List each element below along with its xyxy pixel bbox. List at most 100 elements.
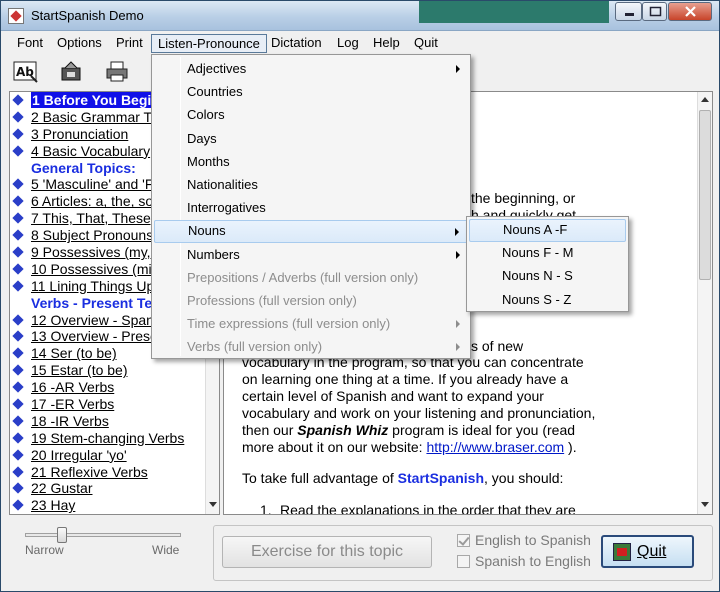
- submenu-arrow-icon: [456, 250, 460, 259]
- listen-menu-item[interactable]: Colors: [154, 104, 468, 127]
- nouns-submenu-item[interactable]: Nouns F - M: [469, 242, 626, 265]
- content-scrollbar[interactable]: [697, 92, 712, 514]
- listen-menu-item: Professions (full version only): [154, 290, 468, 313]
- listen-menu-item: Time expressions (full version only): [154, 313, 468, 336]
- diamond-bullet-icon: [12, 297, 23, 308]
- diamond-bullet-icon: [12, 128, 24, 140]
- scroll-up-icon[interactable]: [701, 97, 709, 102]
- topic-label: 23 Hay: [31, 497, 76, 514]
- exit-door-icon: [613, 543, 631, 561]
- menu-item-label: Adjectives: [187, 61, 247, 76]
- english-to-spanish-label: English to Spanish: [475, 532, 591, 548]
- close-button[interactable]: [668, 2, 712, 21]
- website-link[interactable]: http://www.braser.com: [426, 439, 564, 455]
- paragraph-line: more about it on our website: http://www…: [242, 439, 577, 456]
- diamond-bullet-icon: [12, 94, 24, 106]
- topic-list-item[interactable]: 15 Estar (to be): [10, 362, 206, 379]
- close-icon: [685, 6, 696, 17]
- printer-icon: [106, 61, 128, 82]
- tools-icon: [61, 61, 81, 81]
- submenu-arrow-icon: [456, 65, 460, 73]
- text-span: To take full advantage of: [242, 470, 398, 486]
- listen-menu-item[interactable]: Months: [154, 151, 468, 174]
- topic-list-item[interactable]: 22 Gustar: [10, 480, 206, 497]
- slider-min-label: Narrow: [25, 543, 64, 557]
- app-window: StartSpanish Demo Font Options Print Lis…: [0, 0, 720, 592]
- listen-menu-item[interactable]: Interrogatives: [154, 197, 468, 220]
- options-tool-button[interactable]: [59, 60, 85, 84]
- text-span: ).: [564, 439, 577, 455]
- diamond-bullet-icon: [12, 482, 24, 495]
- text-span: , you should:: [484, 470, 564, 486]
- window-title: StartSpanish Demo: [31, 8, 144, 23]
- menu-item-label: Time expressions (full version only): [187, 316, 391, 332]
- menu-item-label: Colors: [187, 107, 225, 123]
- menu-help[interactable]: Help: [367, 34, 406, 53]
- topic-list-item[interactable]: 20 Irregular 'yo': [10, 447, 206, 464]
- text-span: more about it on our website:: [242, 439, 427, 455]
- menu-log[interactable]: Log: [331, 34, 365, 53]
- topic-list-item[interactable]: 21 Reflexive Verbs: [10, 464, 206, 481]
- advantage-line: To take full advantage of StartSpanish, …: [242, 470, 563, 487]
- paragraph-line: on learning one thing at a time. If you …: [242, 371, 569, 387]
- listen-menu-item[interactable]: Adjectives: [154, 58, 468, 81]
- menu-print[interactable]: Print: [110, 34, 149, 53]
- quit-button-label: Quit: [637, 543, 667, 560]
- english-to-spanish-checkbox[interactable]: [457, 534, 470, 547]
- listen-menu-item[interactable]: Numbers: [154, 244, 468, 267]
- menu-item-label: Numbers: [187, 246, 240, 262]
- listen-menu-item[interactable]: Nouns: [154, 220, 468, 244]
- nouns-submenu-item[interactable]: Nouns S - Z: [469, 289, 626, 312]
- quit-button[interactable]: Quit: [601, 535, 694, 568]
- menu-dictation[interactable]: Dictation: [265, 34, 328, 53]
- topic-list-item[interactable]: 17 -ER Verbs: [10, 396, 206, 413]
- partial-text-1: the beginning, or: [471, 190, 576, 206]
- font-tool-button[interactable]: Ab: [13, 60, 39, 84]
- topic-list-item[interactable]: 23 Hay: [10, 497, 206, 514]
- diamond-bullet-icon: [12, 246, 24, 258]
- menu-item-label: Countries: [187, 84, 243, 100]
- topic-label: 1 Before You Begin: [31, 92, 161, 108]
- diamond-bullet-icon: [12, 449, 24, 461]
- scroll-down-icon[interactable]: [701, 502, 709, 507]
- topic-label: 15 Estar (to be): [31, 362, 128, 379]
- paragraph-line: vocabulary and work on your listening an…: [242, 405, 596, 421]
- diamond-bullet-icon: [12, 263, 24, 275]
- partial-text-3: s of new: [471, 338, 524, 354]
- nouns-submenu-item[interactable]: Nouns A -F: [469, 219, 626, 242]
- menu-quit[interactable]: Quit: [408, 34, 444, 53]
- listen-menu-item[interactable]: Days: [154, 128, 468, 151]
- exercise-button[interactable]: Exercise for this topic: [222, 536, 432, 568]
- width-slider-track[interactable]: [25, 533, 181, 537]
- diamond-bullet-icon: [12, 465, 24, 478]
- diamond-bullet-icon: [12, 432, 24, 444]
- title-bar: StartSpanish Demo: [1, 1, 719, 31]
- listen-menu-item: Verbs (full version only): [154, 336, 468, 359]
- topic-label: 4 Basic Vocabulary: [31, 142, 151, 159]
- scroll-thumb[interactable]: [699, 110, 711, 280]
- topic-label: 8 Subject Pronouns: [31, 227, 154, 244]
- text-span: program is ideal for you (read: [388, 422, 576, 438]
- topic-label: 16 -AR Verbs: [31, 379, 115, 396]
- nouns-submenu-item[interactable]: Nouns N - S: [469, 265, 626, 288]
- listen-menu-item[interactable]: Nationalities: [154, 174, 468, 197]
- width-slider-thumb[interactable]: [57, 527, 67, 543]
- menu-font[interactable]: Font: [11, 34, 49, 53]
- topic-label: 17 -ER Verbs: [31, 396, 115, 413]
- menu-options[interactable]: Options: [51, 34, 108, 53]
- menu-item-label: Nouns: [188, 223, 226, 239]
- spanish-to-english-checkbox[interactable]: [457, 555, 470, 568]
- diamond-bullet-icon: [12, 381, 24, 393]
- scroll-down-icon[interactable]: [209, 502, 217, 507]
- maximize-button[interactable]: [642, 2, 667, 21]
- topic-list-item[interactable]: 19 Stem-changing Verbs: [10, 430, 206, 447]
- menu-item-label: Months: [187, 153, 230, 169]
- topic-list-item[interactable]: 16 -AR Verbs: [10, 379, 206, 396]
- topic-label: 19 Stem-changing Verbs: [31, 429, 185, 446]
- minimize-button[interactable]: [615, 2, 642, 21]
- topic-list-item[interactable]: 18 -IR Verbs: [10, 413, 206, 430]
- diamond-bullet-icon: [12, 364, 24, 376]
- listen-menu-item[interactable]: Countries: [154, 81, 468, 104]
- print-tool-button[interactable]: [105, 60, 131, 84]
- menu-listen-pronounce[interactable]: Listen-Pronounce: [151, 34, 267, 53]
